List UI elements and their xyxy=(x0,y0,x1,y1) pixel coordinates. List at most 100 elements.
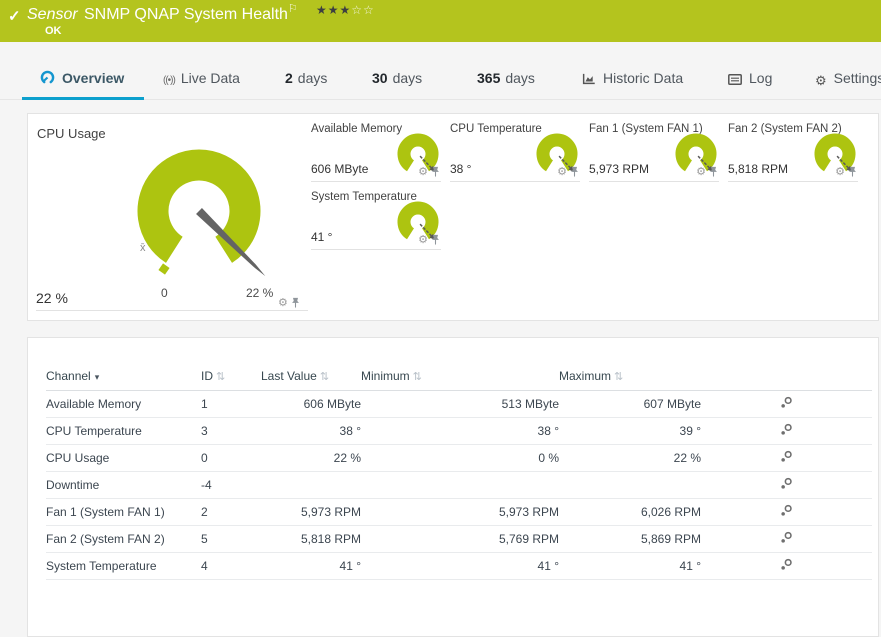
edit-channel-icon[interactable] xyxy=(780,423,793,436)
gear-icon[interactable]: ⚙ xyxy=(696,166,706,178)
object-kind-label: Sensor xyxy=(27,6,78,23)
col-header-minimum[interactable]: Minimum ⇅ xyxy=(361,362,559,391)
gauge-scale-end: 22 % xyxy=(246,286,274,300)
gear-icon[interactable]: ⚙ xyxy=(278,297,288,309)
table-row: Available Memory 1 606 MByte 513 MByte 6… xyxy=(46,390,872,418)
gear-icon[interactable]: ⚙ xyxy=(835,166,845,178)
maximum-value: 6,026 RPM xyxy=(559,498,701,526)
gauge-title: Available Memory xyxy=(311,123,403,135)
edit-channel-icon[interactable] xyxy=(780,558,793,571)
tab-number: 30 xyxy=(372,70,388,86)
gauge-title: CPU Temperature xyxy=(450,123,542,135)
tab-settings[interactable]: ⚙ Settings xyxy=(815,56,881,100)
tab-live-data[interactable]: ((•)) Live Data xyxy=(163,56,240,100)
channel-id: 1 xyxy=(201,390,261,418)
sort-icon: ⇅ xyxy=(614,370,624,383)
gauge-value: 5,973 RPM xyxy=(589,162,650,176)
gauge-cell-available-memory: Available Memory 606 MByte ⚙ xyxy=(311,121,441,182)
last-value: 5,973 RPM xyxy=(261,498,361,526)
mean-marker-label: x̄ xyxy=(140,242,146,254)
gauge-cell-fan-1: Fan 1 (System FAN 1) 5,973 RPM ⚙ xyxy=(589,121,719,182)
gauge-value: 5,818 RPM xyxy=(728,162,789,176)
edit-channel-icon[interactable] xyxy=(780,450,793,463)
primary-gauge-title: CPU Usage xyxy=(37,126,106,141)
tab-number: 365 xyxy=(477,70,501,86)
channel-name: CPU Usage xyxy=(46,444,201,472)
minimum-value: 5,973 RPM xyxy=(361,498,559,526)
priority-flag-icon[interactable]: ⚐ xyxy=(288,2,298,15)
tab-label: days xyxy=(297,70,328,86)
col-label: Last Value xyxy=(261,368,317,383)
gauge-cell-cpu-temperature: CPU Temperature 38 ° ⚙ xyxy=(450,121,580,182)
pin-icon[interactable] xyxy=(291,297,300,309)
tab-label: Log xyxy=(749,70,773,86)
edit-channel-icon[interactable] xyxy=(780,477,793,490)
channel-id: 0 xyxy=(201,444,261,472)
last-value: 38 ° xyxy=(261,417,361,445)
channel-id: 5 xyxy=(201,525,261,553)
tab-historic-data[interactable]: Historic Data xyxy=(582,56,683,100)
pin-icon[interactable] xyxy=(431,166,440,178)
col-header-channel[interactable]: Channel ▾ xyxy=(46,362,201,391)
sensor-header: ✓ Sensor SNMP QNAP System Health ⚐ ★★★☆☆… xyxy=(0,0,881,42)
last-value: 5,818 RPM xyxy=(261,525,361,553)
status-badge: OK xyxy=(45,25,62,37)
gear-icon[interactable]: ⚙ xyxy=(418,234,428,246)
gauge-scale-start: 0 xyxy=(161,286,168,300)
gear-icon[interactable]: ⚙ xyxy=(418,166,428,178)
edit-channel-icon[interactable] xyxy=(780,531,793,544)
priority-rating[interactable]: ★★★☆☆ xyxy=(316,3,375,17)
tab-overview[interactable]: Overview xyxy=(40,56,124,100)
minimum-value: 513 MByte xyxy=(361,390,559,418)
tab-label: days xyxy=(392,70,423,86)
stars-empty[interactable]: ☆☆ xyxy=(351,3,375,17)
col-label: Channel xyxy=(46,368,91,383)
table-row: CPU Temperature 3 38 ° 38 ° 39 ° xyxy=(46,417,872,445)
maximum-value xyxy=(559,471,701,499)
pin-icon[interactable] xyxy=(709,166,718,178)
edit-channel-icon[interactable] xyxy=(780,504,793,517)
col-header-id[interactable]: ID ⇅ xyxy=(201,362,261,391)
maximum-value: 5,869 RPM xyxy=(559,525,701,553)
table-header-row: Channel ▾ ID ⇅ Last Value ⇅ Minimum ⇅ Maximu… xyxy=(46,362,872,391)
gauge-icon xyxy=(40,58,55,102)
tab-365-days[interactable]: 365 days xyxy=(477,56,535,100)
tab-2-days[interactable]: 2 days xyxy=(285,56,327,100)
tab-log[interactable]: Log xyxy=(728,56,772,100)
channel-id: 3 xyxy=(201,417,261,445)
chart-icon xyxy=(582,58,596,102)
tab-label: Settings xyxy=(833,70,881,86)
maximum-value: 39 ° xyxy=(559,417,701,445)
last-value: 41 ° xyxy=(261,552,361,580)
table-row: System Temperature 4 41 ° 41 ° 41 ° xyxy=(46,552,872,580)
last-value xyxy=(261,471,361,499)
cpu-usage-gauge xyxy=(137,149,266,277)
table-row: Fan 1 (System FAN 1) 2 5,973 RPM 5,973 R… xyxy=(46,498,872,526)
gauge-cell-fan-2: Fan 2 (System FAN 2) 5,818 RPM ⚙ xyxy=(728,121,858,182)
channel-name: Available Memory xyxy=(46,390,201,418)
tab-label: Historic Data xyxy=(603,70,684,86)
col-header-last-value[interactable]: Last Value ⇅ xyxy=(261,362,361,391)
stars-filled[interactable]: ★★★ xyxy=(316,3,351,17)
pin-icon[interactable] xyxy=(848,166,857,178)
table-row: CPU Usage 0 22 % 0 % 22 % xyxy=(46,444,872,472)
gear-icon[interactable]: ⚙ xyxy=(557,166,567,178)
col-label: Maximum xyxy=(559,368,612,383)
channel-table: Channel ▾ ID ⇅ Last Value ⇅ Minimum ⇅ Maximu… xyxy=(46,362,872,580)
pin-icon[interactable] xyxy=(431,234,440,246)
channel-id: 4 xyxy=(201,552,261,580)
primary-gauge-value: 22 % xyxy=(36,290,68,306)
tab-bar: Overview ((•)) Live Data 2 days 30 days 365… xyxy=(0,56,881,100)
divider xyxy=(36,310,308,311)
channel-name: System Temperature xyxy=(46,552,201,580)
edit-channel-icon[interactable] xyxy=(780,396,793,409)
col-header-maximum[interactable]: Maximum ⇅ xyxy=(559,362,701,391)
active-tab-indicator xyxy=(22,97,144,100)
tab-30-days[interactable]: 30 days xyxy=(372,56,422,100)
pin-icon[interactable] xyxy=(570,166,579,178)
col-label: ID xyxy=(201,368,213,383)
minimum-value xyxy=(361,471,559,499)
sensor-title: SNMP QNAP System Health xyxy=(84,6,288,23)
maximum-value: 22 % xyxy=(559,444,701,472)
tab-number: 2 xyxy=(285,70,293,86)
